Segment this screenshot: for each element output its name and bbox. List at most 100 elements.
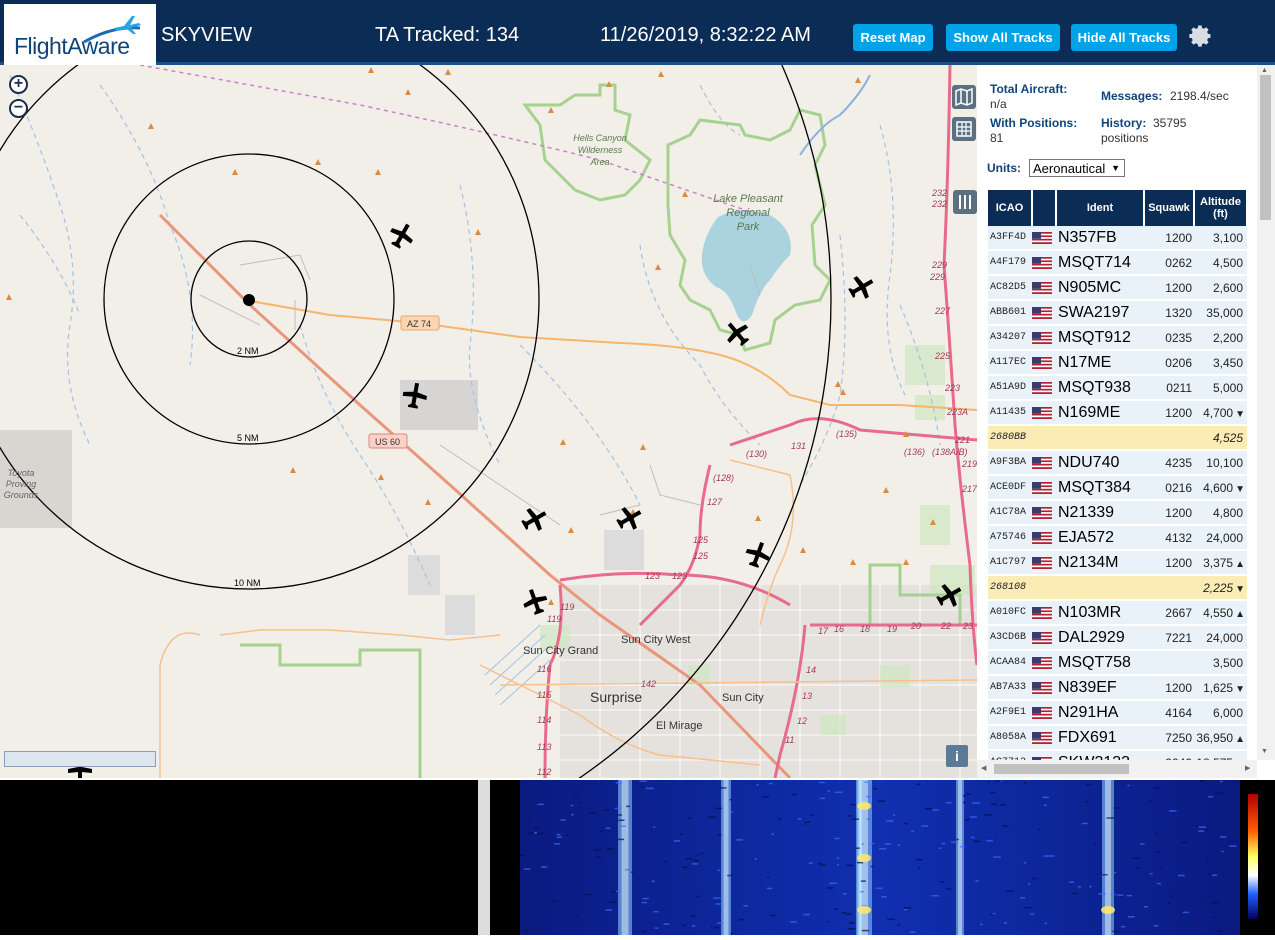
- col-header-icao[interactable]: ICAO: [988, 190, 1033, 226]
- cell-flag: [1032, 500, 1056, 526]
- scroll-down-icon[interactable]: ▼: [1261, 748, 1268, 755]
- table-row[interactable]: A1C78A N21339 1200 4,800: [988, 500, 1247, 526]
- table-row[interactable]: A3FF4D N357FB 1200 3,100: [988, 226, 1247, 251]
- cell-icao: A1C78A: [988, 500, 1032, 526]
- altitude-trend-icon: ▼: [1235, 408, 1245, 420]
- cell-altitude: 35,000: [1194, 300, 1247, 326]
- cell-icao: AB7A33: [988, 675, 1032, 701]
- scroll-up-icon[interactable]: ▲: [1261, 67, 1268, 74]
- scroll-left-icon[interactable]: ◀: [981, 764, 986, 772]
- table-row[interactable]: 2680BB 4,525: [988, 425, 1247, 451]
- table-row[interactable]: A010FC N103MR 2667 4,550 ▲: [988, 600, 1247, 626]
- panel-divider[interactable]: [478, 780, 490, 935]
- table-row[interactable]: A11435 N169ME 1200 4,700 ▼: [988, 400, 1247, 426]
- units-select[interactable]: Aeronautical ▼: [1029, 159, 1125, 177]
- aircraft-icon[interactable]: [720, 316, 754, 351]
- table-row[interactable]: ABB601 SWA2197 1320 35,000: [988, 300, 1247, 326]
- altitude-value: 4,525: [1212, 430, 1243, 445]
- receiver-location: [243, 294, 255, 306]
- with-positions-label: With Positions:: [990, 116, 1078, 130]
- flightaware-logo[interactable]: FlightAware: [4, 4, 156, 65]
- table-row[interactable]: A34207 MSQT912 0235 2,200: [988, 325, 1247, 351]
- cell-altitude: 4,500: [1194, 250, 1247, 276]
- cell-flag: [1032, 650, 1056, 676]
- cell-squawk: 1200: [1144, 550, 1194, 576]
- zoom-out-button[interactable]: −: [9, 99, 28, 118]
- show-all-tracks-button[interactable]: Show All Tracks: [946, 24, 1060, 51]
- col-header-squawk[interactable]: Squawk: [1144, 190, 1195, 226]
- map-canvas[interactable]: 2 NM 5 NM 10 NM AZ 74 US 60 Hells Canyon…: [0, 65, 977, 778]
- svg-text:20: 20: [910, 621, 921, 631]
- scrollbar-thumb[interactable]: [994, 764, 1129, 774]
- scrollbar-thumb[interactable]: [1260, 75, 1271, 220]
- altitude-value: 3,375: [1203, 555, 1234, 570]
- cell-flag: [1032, 600, 1056, 626]
- cell-ident: MSQT938: [1056, 375, 1144, 401]
- cell-icao: A010FC: [988, 600, 1032, 626]
- altitude-value: 5,000: [1212, 380, 1243, 395]
- map-layers-button[interactable]: [952, 85, 976, 109]
- cell-ident: MSQT758: [1056, 650, 1144, 676]
- table-row[interactable]: A1C797 N2134M 1200 3,375 ▲: [988, 550, 1247, 576]
- map-area[interactable]: 2 NM 5 NM 10 NM AZ 74 US 60 Hells Canyon…: [0, 65, 977, 778]
- scroll-right-icon[interactable]: ▶: [1245, 764, 1250, 772]
- cell-altitude: 3,450: [1194, 350, 1247, 376]
- hide-all-tracks-button[interactable]: Hide All Tracks: [1071, 24, 1177, 51]
- history-label: History:: [1101, 116, 1147, 130]
- cell-altitude: 2,200: [1194, 325, 1247, 351]
- aircraft-icon[interactable]: [845, 271, 879, 304]
- cell-ident: N839EF: [1056, 675, 1144, 701]
- table-row[interactable]: AB7A33 N839EF 1200 1,625 ▼: [988, 675, 1247, 701]
- table-row[interactable]: 268108 2,225 ▼: [988, 575, 1247, 601]
- cell-icao: A3FF4D: [988, 226, 1032, 251]
- table-row[interactable]: A9F3BA NDU740 4235 10,100: [988, 450, 1247, 476]
- svg-text:225: 225: [934, 351, 951, 361]
- columns-button[interactable]: [953, 190, 977, 214]
- table-row[interactable]: A51A9D MSQT938 0211 5,000: [988, 375, 1247, 401]
- cell-altitude: 3,375 ▲: [1194, 550, 1247, 576]
- gear-icon[interactable]: [1188, 24, 1212, 48]
- table-row[interactable]: ACE0DF MSQT384 0216 4,600 ▼: [988, 475, 1247, 501]
- cell-ident: N169ME: [1056, 400, 1144, 426]
- altitude-trend-icon: ▲: [1235, 558, 1245, 570]
- aircraft-icon[interactable]: [742, 539, 773, 571]
- aircraft-panel: Total Aircraft: n/a With Positions: 81 M…: [977, 65, 1275, 778]
- svg-text:19: 19: [887, 624, 897, 634]
- col-header-ident[interactable]: Ident: [1056, 190, 1145, 226]
- cell-flag: [1032, 275, 1056, 301]
- table-row[interactable]: ACAA84 MSQT758 3,500: [988, 650, 1247, 676]
- col-header-altitude[interactable]: Altitude (ft): [1194, 190, 1248, 226]
- panel-vertical-scrollbar[interactable]: ▲ ▼: [1257, 65, 1275, 760]
- cell-icao: A51A9D: [988, 375, 1032, 401]
- aircraft-icon[interactable]: [520, 586, 551, 618]
- col-header-flag[interactable]: [1032, 190, 1057, 226]
- table-row[interactable]: A75746 EJA572 4132 24,000: [988, 525, 1247, 551]
- grid-button[interactable]: [952, 117, 976, 141]
- ring-label-10nm: 10 NM: [234, 578, 261, 588]
- altitude-value: 2,600: [1212, 280, 1243, 295]
- cell-squawk: 7221: [1144, 625, 1194, 651]
- table-row[interactable]: A3CD6B DAL2929 7221 24,000: [988, 625, 1247, 651]
- table-row[interactable]: A117EC N17ME 0206 3,450: [988, 350, 1247, 376]
- altitude-value: 24,000: [1206, 630, 1243, 645]
- table-row[interactable]: A2F9E1 N291HA 4164 6,000: [988, 700, 1247, 726]
- cell-altitude: 4,800: [1194, 500, 1247, 526]
- cell-icao: A34207: [988, 325, 1032, 351]
- table-row[interactable]: AC82D5 N905MC 1200 2,600: [988, 275, 1247, 301]
- cell-icao: A117EC: [988, 350, 1032, 376]
- us-flag-icon: [1032, 532, 1052, 545]
- info-button[interactable]: i: [946, 745, 968, 767]
- panel-horizontal-scrollbar[interactable]: ◀ ▶: [977, 760, 1257, 778]
- table-row[interactable]: A8058A FDX691 7250 36,950 ▲: [988, 725, 1247, 751]
- cell-flag: [1032, 475, 1056, 501]
- us-flag-icon: [1032, 482, 1052, 495]
- cell-squawk: 2667: [1144, 600, 1194, 626]
- zoom-in-button[interactable]: +: [9, 75, 28, 94]
- aircraft-icon[interactable]: [385, 219, 418, 253]
- table-row[interactable]: A4F179 MSQT714 0262 4,500: [988, 250, 1247, 276]
- aircraft-icon[interactable]: [613, 502, 647, 535]
- cell-altitude: 4,600 ▼: [1194, 475, 1247, 501]
- top-bar: FlightAware SKYVIEW TA Tracked: 134 11/2…: [0, 0, 1275, 65]
- reset-map-button[interactable]: Reset Map: [853, 24, 933, 51]
- us-flag-icon: [1032, 457, 1052, 470]
